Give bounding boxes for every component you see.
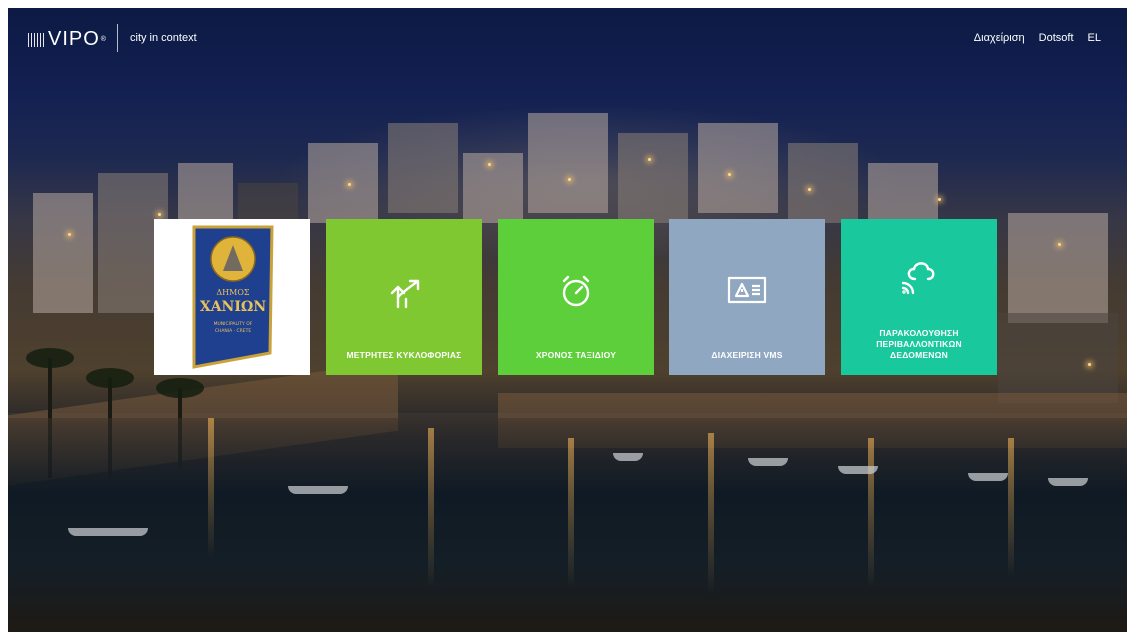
nav-user[interactable]: Dotsoft bbox=[1039, 32, 1074, 44]
brand-name: VIPO bbox=[48, 28, 100, 50]
tile-traffic-counters[interactable]: ΜΕΤΡΗΤΕΣ ΚΥΚΛΟΦΟΡΙΑΣ bbox=[326, 219, 482, 375]
tile-environmental-label: ΠΑΡΑΚΟΛΟΥΘΗΣΗ ΠΕΡΙΒΑΛΛΟΝΤΙΚΩΝ ΔΕΔΟΜΕΝΩΝ bbox=[876, 328, 962, 360]
cloud-sensor-icon bbox=[901, 262, 935, 295]
invipo-logo[interactable]: VIPO ® bbox=[28, 28, 107, 51]
chania-crest-icon: ΔΗΜΟΣ ΧΑΝΙΩΝ MUNICIPALITY OF CHANIA · CR… bbox=[192, 225, 274, 369]
invipo-bars-icon bbox=[28, 32, 44, 47]
stopwatch-icon bbox=[562, 275, 590, 307]
tile-travel-time-label: ΧΡΟΝΟΣ ΤΑΞΙΔΙΟΥ bbox=[535, 350, 617, 360]
tile-environmental-monitoring[interactable]: ΠΑΡΑΚΟΛΟΥΘΗΣΗ ΠΕΡΙΒΑΛΛΟΝΤΙΚΩΝ ΔΕΔΟΜΕΝΩΝ bbox=[841, 219, 997, 375]
traffic-arrows-icon bbox=[390, 279, 420, 309]
crest-sub1: MUNICIPALITY OF bbox=[214, 321, 253, 327]
harbor-water bbox=[8, 418, 1127, 632]
header-nav: Διαχείριση Dotsoft EL bbox=[974, 32, 1101, 44]
crest-sub2: CHANIA · CRETE bbox=[215, 328, 252, 334]
vms-sign-icon bbox=[727, 276, 767, 304]
header-divider bbox=[117, 24, 118, 52]
brand-registered: ® bbox=[100, 36, 107, 43]
tile-vms-label: ΔΙΑΧΕΙΡΙΣΗ VMS bbox=[711, 350, 783, 360]
crest-name: ΧΑΝΙΩΝ bbox=[200, 299, 267, 315]
top-header: VIPO ® city in context Διαχείριση Dotsoft… bbox=[8, 8, 1127, 68]
nav-language[interactable]: EL bbox=[1088, 32, 1101, 44]
crest-title: ΔΗΜΟΣ bbox=[216, 288, 250, 297]
tile-vms-management[interactable]: ΔΙΑΧΕΙΡΙΣΗ VMS bbox=[669, 219, 825, 375]
nav-admin[interactable]: Διαχείριση bbox=[974, 32, 1025, 44]
tile-travel-time[interactable]: ΧΡΟΝΟΣ ΤΑΞΙΔΙΟΥ bbox=[498, 219, 654, 375]
background-harbor-photo: VIPO ® city in context Διαχείριση Dotsoft… bbox=[8, 8, 1127, 632]
tile-traffic-label: ΜΕΤΡΗΤΕΣ ΚΥΚΛΟΦΟΡΙΑΣ bbox=[346, 350, 462, 360]
tagline: city in context bbox=[130, 32, 197, 44]
tile-municipality-logo[interactable]: ΔΗΜΟΣ ΧΑΝΙΩΝ MUNICIPALITY OF CHANIA · CR… bbox=[154, 219, 310, 375]
